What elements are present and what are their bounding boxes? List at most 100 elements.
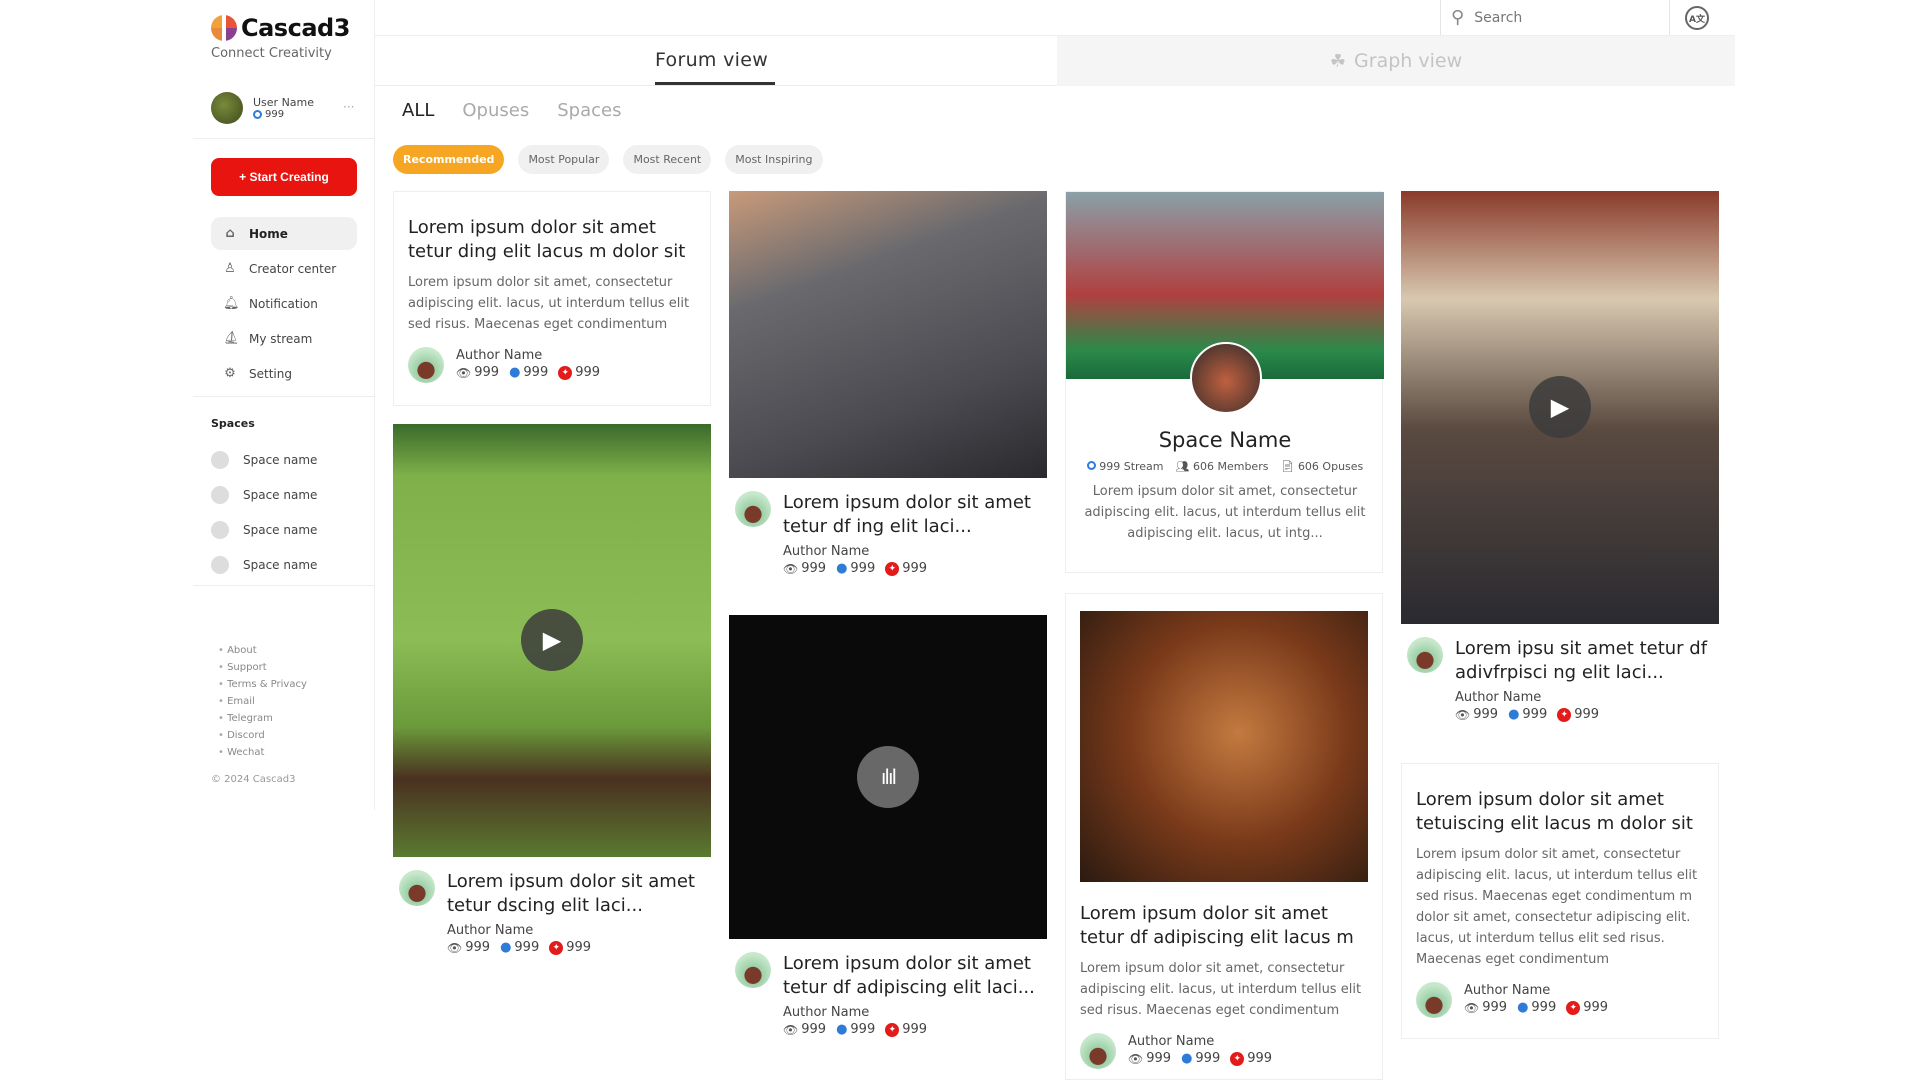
divider [193,585,375,586]
author-name[interactable]: Author Name [1128,1033,1272,1051]
video-thumbnail[interactable]: ▶ [393,424,711,857]
search-input[interactable]: ⚲ Search [1440,0,1670,35]
author-name[interactable]: Author Name [1455,689,1715,707]
audio-cover[interactable]: ılıl [729,615,1047,939]
author-row: Lorem ipsu sit amet tetur df adivfrpisci… [1407,637,1715,722]
search-icon: ⚲ [1451,7,1465,28]
audio-wave-icon[interactable]: ılıl [857,746,919,808]
tab-all[interactable]: ALL [402,100,434,121]
author-avatar[interactable] [1080,1033,1116,1069]
chip-most-inspiring[interactable]: Most Inspiring [725,145,823,174]
sort-chips: Recommended Most Popular Most Recent Mos… [393,145,823,174]
author-avatar[interactable] [408,347,444,383]
author-avatar[interactable] [735,952,771,988]
footer-link-email[interactable]: Email [218,693,307,710]
author-name[interactable]: Author Name [447,922,707,940]
author-name[interactable]: Author Name [783,1004,1043,1022]
author-name[interactable]: Author Name [456,347,600,365]
post-card[interactable]: Lorem ipsum dolor sit amet tetuiscing el… [1401,763,1719,1039]
divider [193,138,375,139]
views-count: 999 [465,940,491,955]
footer-link-terms[interactable]: Terms & Privacy [218,676,307,693]
post-stats: 👁︎ 999 ● 999 ✦ 999 [456,365,600,380]
video-post-card[interactable]: ▶ Lorem ipsu sit amet tetur df adivfrpis… [1401,191,1719,736]
nav-item-notification[interactable]: 🔔︎ Notification [211,287,357,320]
likes-count: 999 [514,940,540,955]
post-excerpt: Lorem ipsum dolor sit amet, consectetur … [1416,847,1698,967]
eye-icon: 👁︎ [783,561,799,576]
space-item[interactable]: Space name [211,547,317,582]
author-avatar[interactable] [735,491,771,527]
author-name[interactable]: Author Name [783,543,1043,561]
space-avatar [211,520,229,539]
views-count: 999 [1473,707,1499,722]
more-options-icon[interactable]: ··· [343,100,354,114]
space-item[interactable]: Space name [211,477,317,512]
footer-link-wechat[interactable]: Wechat [218,744,307,761]
inspire-count: 999 [575,365,601,380]
author-avatar[interactable] [1407,637,1443,673]
nav-label: My stream [249,331,313,346]
stream-icon [253,110,262,119]
views-count: 999 [1146,1051,1172,1066]
video-post-card[interactable]: ▶ Lorem ipsum dolor sit amet tetur dscin… [393,424,711,964]
user-count: 999 [265,109,285,120]
play-icon[interactable]: ▶ [1529,376,1591,438]
chip-most-popular[interactable]: Most Popular [518,145,610,174]
image-post-card[interactable]: Lorem ipsum dolor sit amet tetur df ing … [729,191,1047,591]
sidebar: Cascad3 Connect Creativity User Name 999… [193,0,375,810]
video-thumbnail[interactable]: ▶ [1401,191,1719,624]
space-label: Space name [243,522,318,537]
language-icon[interactable]: A文 [1685,6,1709,30]
nav-item-creator-center[interactable]: ♙ Creator center [211,252,357,285]
stream-icon [1086,461,1096,470]
play-icon[interactable]: ▶ [521,609,583,671]
eye-icon: 👁︎ [1455,707,1471,722]
space-item[interactable]: Space name [211,442,317,477]
start-creating-button[interactable]: + Start Creating [211,158,357,196]
brand-tagline: Connect Creativity [211,46,332,61]
likes-icon: ● [1181,1051,1193,1066]
inspire-count: 999 [1574,707,1600,722]
likes-icon: ● [836,1022,848,1037]
post-title: Lorem ipsu sit amet tetur df adivfrpisci… [1455,638,1708,683]
post-title: Lorem ipsum dolor sit amet tetur df adip… [1080,903,1354,948]
author-avatar[interactable] [399,870,435,906]
likes-count: 999 [850,561,876,576]
inspire-icon: ✦ [1566,1000,1581,1015]
author-row: Lorem ipsum dolor sit amet tetur df adip… [735,952,1043,1037]
inspire-count: 999 [902,561,928,576]
space-label: Space name [243,557,318,572]
tab-spaces[interactable]: Spaces [557,100,621,121]
space-card[interactable]: Space Name 999 Stream 👥︎ 606 Members 📄︎ … [1065,191,1384,573]
inspire-icon: ✦ [1557,707,1572,722]
user-profile[interactable]: User Name 999 [211,92,361,124]
inspire-icon: ✦ [558,365,573,380]
nav-item-home[interactable]: ⌂ Home [211,217,357,250]
post-image[interactable] [1080,611,1368,882]
main-nav: ⌂ Home ♙ Creator center 🔔︎ Notification ⛵︎ M… [211,217,357,392]
post-stats: 👁︎ 999 ● 999 ✦ 999 [1455,707,1715,722]
inspire-count: 999 [1247,1051,1273,1066]
nav-item-my-stream[interactable]: ⛵︎ My stream [211,322,357,355]
chip-most-recent[interactable]: Most Recent [623,145,712,174]
space-item[interactable]: Space name [211,512,317,547]
nav-item-setting[interactable]: ⚙ Setting [211,357,357,390]
author-name[interactable]: Author Name [1464,982,1608,1000]
post-image[interactable] [729,191,1047,478]
tab-forum-view[interactable]: Forum view [655,49,768,71]
logo[interactable]: Cascad3 [211,14,350,42]
post-card[interactable]: Lorem ipsum dolor sit amet tetur ding el… [393,191,711,406]
content-tabs: ALL Opuses Spaces [402,100,621,121]
author-avatar[interactable] [1416,982,1452,1018]
chip-recommended[interactable]: Recommended [393,145,505,174]
tab-graph-view[interactable]: ☘ Graph view [1057,36,1735,86]
footer-link-discord[interactable]: Discord [218,727,307,744]
tab-opuses[interactable]: Opuses [462,100,529,121]
footer-link-support[interactable]: Support [218,659,307,676]
footer-link-about[interactable]: About [218,642,307,659]
image-post-card[interactable]: Lorem ipsum dolor sit amet tetur df adip… [1065,593,1383,1080]
audio-post-card[interactable]: ılıl Lorem ipsum dolor sit amet tetur df… [729,615,1047,1080]
active-tab-indicator [655,82,775,85]
footer-link-telegram[interactable]: Telegram [218,710,307,727]
